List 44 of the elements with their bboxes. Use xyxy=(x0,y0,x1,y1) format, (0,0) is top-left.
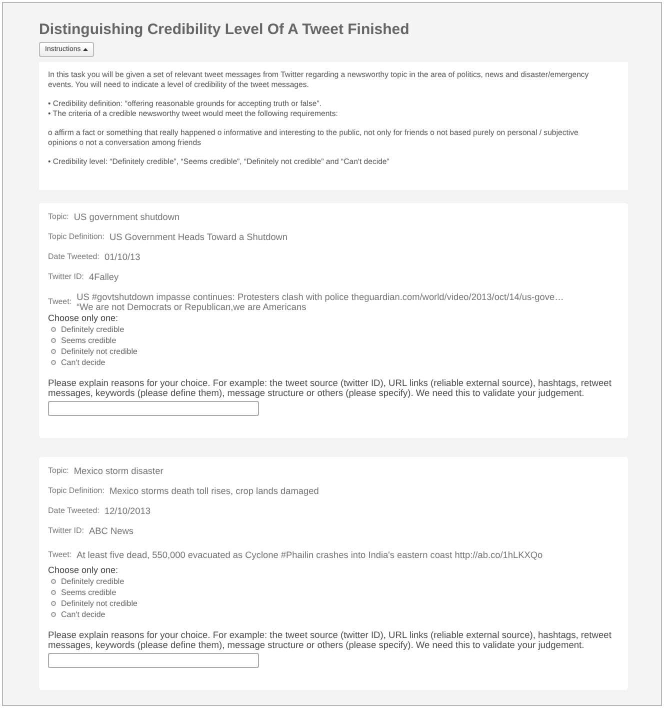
field-label: Tweet: xyxy=(48,550,72,560)
field-value: US #govtshutdown impasse continues: Protesters clash with police theguardian.com/world/video/2013/oct/14/us-gove… “We are not Democrats or Republican,we are Americans xyxy=(76,292,564,312)
question-text: Choose only one: xyxy=(48,312,118,324)
option-label[interactable]: Can't decide xyxy=(61,358,106,368)
answer-field[interactable] xyxy=(48,401,259,416)
option-label[interactable]: Definitely not credible xyxy=(61,598,138,608)
option-label[interactable]: Definitely not credible xyxy=(61,346,138,356)
field-value: Mexico storms death toll rises, crop lands damaged xyxy=(109,486,319,496)
field-label: Topic: xyxy=(48,212,69,222)
field-value: 4Falley xyxy=(89,272,119,282)
caret-icon xyxy=(82,48,88,51)
option-label[interactable]: Seems credible xyxy=(61,588,116,598)
radio-button[interactable] xyxy=(51,327,56,332)
explanation-text: Please explain reasons for your choice. For example: the tweet source (twitter ID), URL links (reliable external source), hashtags, retweet messages, keywords (please define them), message structure or others (please specify). We need this to validate your judgement. xyxy=(48,379,612,398)
field-value: US government shutdown xyxy=(74,212,180,222)
field-label: Topic: xyxy=(48,466,69,476)
field-value: Mexico storm disaster xyxy=(74,466,164,476)
option-label[interactable]: Definitely credible xyxy=(61,324,124,334)
radio-button[interactable] xyxy=(51,579,56,584)
answer-field[interactable] xyxy=(48,653,259,668)
field-label: Date Tweeted: xyxy=(48,252,100,262)
radio-button[interactable] xyxy=(51,360,56,365)
radio-button[interactable] xyxy=(51,601,56,606)
field-label: Topic Definition: xyxy=(48,232,104,242)
field-label: Twitter ID: xyxy=(48,526,84,536)
field-label: Topic Definition: xyxy=(48,486,104,496)
page-title: Distinguishing Credibility Level Of A Tweet Finished xyxy=(39,21,410,39)
field-label: Date Tweeted: xyxy=(48,506,100,516)
question-text: Choose only one: xyxy=(48,564,118,576)
field-value: At least five dead, 550,000 evacuated as Cyclone #Phailin crashes into India's eastern coast http://ab.co/1hLKXQo xyxy=(76,550,543,560)
field-label: Tweet: xyxy=(48,297,72,307)
field-value: ABC News xyxy=(89,526,134,536)
radio-button[interactable] xyxy=(51,612,56,617)
field-value: 01/10/13 xyxy=(104,252,140,262)
radio-button[interactable] xyxy=(51,590,56,595)
option-label[interactable]: Definitely credible xyxy=(61,576,124,586)
explanation-text: Please explain reasons for your choice. For example: the tweet source (twitter ID), URL links (reliable external source), hashtags, retweet messages, keywords (please define them), message structure or others (please specify). We need this to validate your judgement. xyxy=(48,631,612,650)
option-label[interactable]: Can't decide xyxy=(61,610,106,620)
option-label[interactable]: Seems credible xyxy=(61,336,116,346)
field-value: 12/10/2013 xyxy=(104,506,150,516)
field-value: US Government Heads Toward a Shutdown xyxy=(109,232,288,242)
radio-button[interactable] xyxy=(51,349,56,354)
radio-button[interactable] xyxy=(51,338,56,343)
field-label: Twitter ID: xyxy=(48,272,84,282)
